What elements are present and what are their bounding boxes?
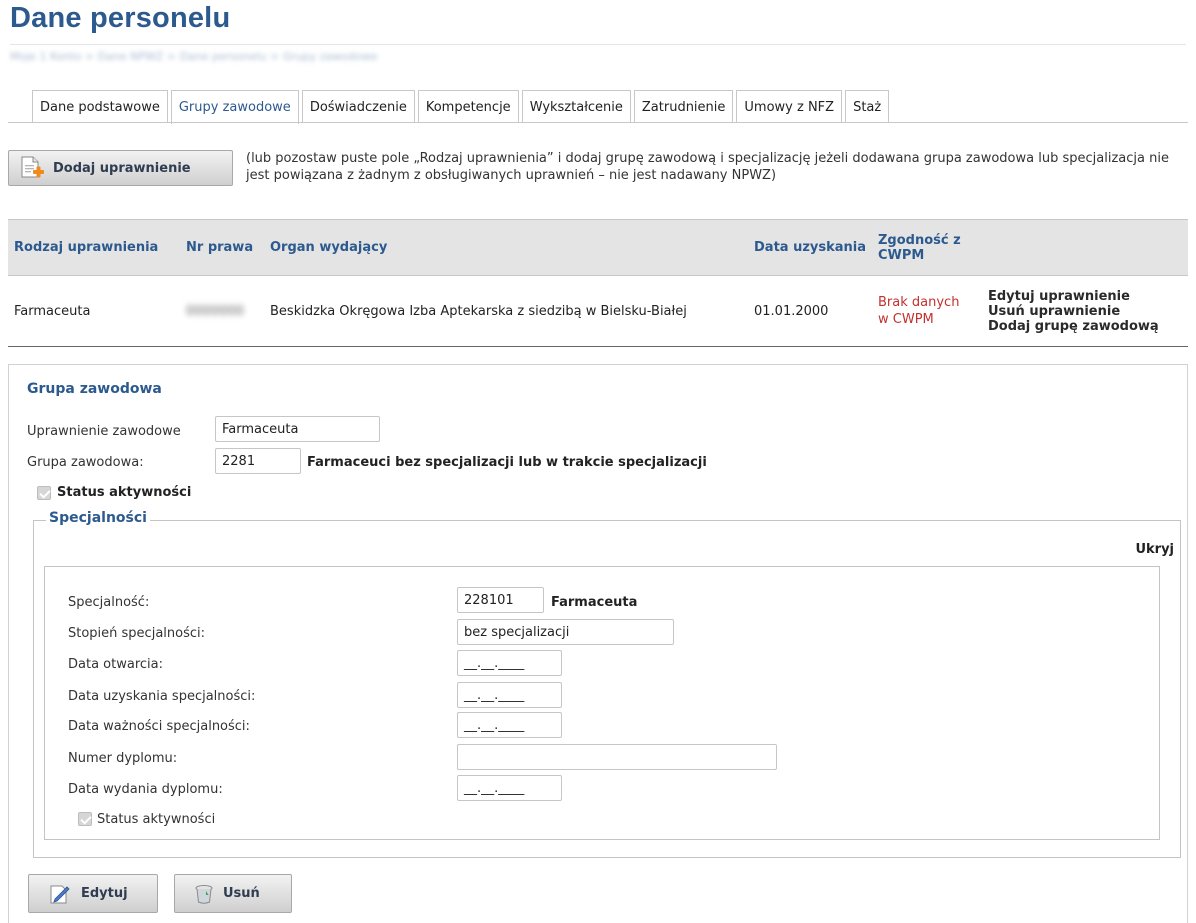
trash-icon — [193, 883, 215, 905]
stopien-input[interactable]: bez specjalizacji — [457, 619, 674, 645]
tab-kompetencje[interactable]: Kompetencje — [417, 90, 519, 123]
cell-actions: Edytuj uprawnienie Usuń uprawnienie Doda… — [984, 276, 1188, 347]
edit-button-label: Edytuj — [81, 886, 128, 901]
group-section-title: Grupa zawodowa — [27, 381, 162, 397]
hide-link[interactable]: Ukryj — [1135, 542, 1174, 557]
data-uzyskania-input[interactable]: __.__.____ — [457, 682, 562, 708]
tab-staz[interactable]: Staż — [845, 90, 890, 123]
tab-umowy-z-nfz[interactable]: Umowy z NFZ — [736, 90, 843, 123]
tab-wyksztalcenie[interactable]: Wykształcenie — [521, 90, 631, 123]
cell-data-uzyskania: 01.01.2000 — [754, 303, 829, 319]
tab-grupy-zawodowe[interactable]: Grupy zawodowe — [170, 90, 299, 124]
data-otwarcia-label: Data otwarcia: — [68, 657, 163, 672]
specializations-fieldset: Specjalności Ukryj Specjalność: 228101 F… — [33, 510, 1181, 858]
data-wydania-input[interactable]: __.__.____ — [457, 775, 562, 801]
specializations-legend: Specjalności — [46, 510, 150, 526]
tab-dane-podstawowe[interactable]: Dane podstawowe — [32, 90, 168, 123]
header-data-uzyskania[interactable]: Data uzyskania — [750, 220, 874, 276]
specjalnosc-name: Farmaceuta — [551, 595, 638, 610]
add-permission-label: Dodaj uprawnienie — [53, 160, 191, 176]
delete-permission-link[interactable]: Usuń uprawnienie — [988, 304, 1184, 319]
uprawnienie-label: Uprawnienie zawodowe — [27, 424, 181, 439]
group-form: Grupa zawodowa Uprawnienie zawodowe Farm… — [8, 364, 1188, 923]
page-title: Dane personelu — [10, 2, 231, 34]
header-rodzaj[interactable]: Rodzaj uprawnienia — [8, 220, 182, 276]
header-nr-prawa[interactable]: Nr prawa — [182, 220, 266, 276]
tabs-divider — [8, 122, 1188, 123]
spec-status-label: Status aktywności — [97, 812, 216, 827]
specjalnosc-label: Specjalność: — [68, 595, 150, 610]
tab-doswiadczenie[interactable]: Doświadczenie — [301, 90, 415, 123]
cell-zgodnosc: Brak danych w CWPM — [874, 276, 984, 347]
grupa-label: Grupa zawodowa: — [27, 455, 144, 470]
data-wydania-label: Data wydania dyplomu: — [68, 782, 223, 797]
edit-permission-link[interactable]: Edytuj uprawnienie — [988, 289, 1184, 304]
delete-button[interactable]: Usuń — [174, 874, 292, 913]
nr-prawa-value: 0000000 — [186, 303, 244, 319]
cell-rodzaj: Farmaceuta — [14, 303, 91, 319]
cell-nr-prawa: 0000000 — [182, 276, 266, 347]
data-uzyskania-label: Data uzyskania specjalności: — [68, 689, 256, 704]
group-status-checkbox[interactable] — [37, 486, 51, 500]
add-permission-button[interactable]: Dodaj uprawnienie — [8, 150, 233, 186]
add-group-link[interactable]: Dodaj grupę zawodową — [988, 319, 1184, 334]
stopien-label: Stopień specjalności: — [68, 626, 206, 641]
cell-organ: Beskidzka Okręgowa Izba Aptekarska z sie… — [270, 303, 687, 319]
table-row: Farmaceuta 0000000 Beskidzka Okręgowa Iz… — [8, 276, 1188, 347]
group-status-label: Status aktywności — [57, 485, 192, 500]
tab-zatrudnienie[interactable]: Zatrudnienie — [633, 90, 734, 123]
cwpm-status: Brak danych w CWPM — [878, 295, 960, 327]
spec-status-checkbox[interactable] — [78, 812, 92, 826]
grupa-code-input[interactable]: 2281 — [215, 448, 301, 474]
pencil-icon — [49, 883, 71, 905]
permissions-table: Rodzaj uprawnienia Nr prawa Organ wydają… — [8, 219, 1188, 347]
specjalnosc-code-input[interactable]: 228101 — [457, 587, 544, 613]
delete-button-label: Usuń — [223, 886, 260, 901]
tab-bar: Dane podstawowe Grupy zawodowe Doświadcz… — [32, 90, 892, 124]
data-otwarcia-input[interactable]: __.__.____ — [457, 650, 562, 676]
data-waznosci-label: Data ważności specjalności: — [68, 719, 250, 734]
breadcrumb: Moje 1 Konto > Dane NPWZ > Dane personel… — [10, 50, 378, 63]
header-zgodnosc[interactable]: Zgodność z CWPM — [874, 220, 984, 276]
uprawnienie-input[interactable]: Farmaceuta — [215, 416, 380, 442]
numer-dyplomu-input[interactable] — [457, 744, 777, 770]
numer-dyplomu-label: Numer dyplomu: — [68, 751, 178, 766]
grupa-name: Farmaceuci bez specjalizacji lub w trakc… — [307, 455, 707, 470]
table-header-row: Rodzaj uprawnienia Nr prawa Organ wydają… — [8, 219, 1188, 276]
document-add-icon — [19, 155, 45, 181]
add-info-text: (lub pozostaw puste pole „Rodzaj uprawni… — [246, 151, 1169, 183]
title-divider — [10, 44, 1186, 45]
data-waznosci-input[interactable]: __.__.____ — [457, 712, 562, 738]
edit-button[interactable]: Edytuj — [28, 874, 158, 913]
header-zgodnosc-label: Zgodność z CWPM — [878, 232, 961, 263]
specialization-box: Specjalność: 228101 Farmaceuta Stopień s… — [44, 566, 1160, 840]
header-organ[interactable]: Organ wydający — [266, 220, 750, 276]
header-actions — [984, 220, 1188, 276]
